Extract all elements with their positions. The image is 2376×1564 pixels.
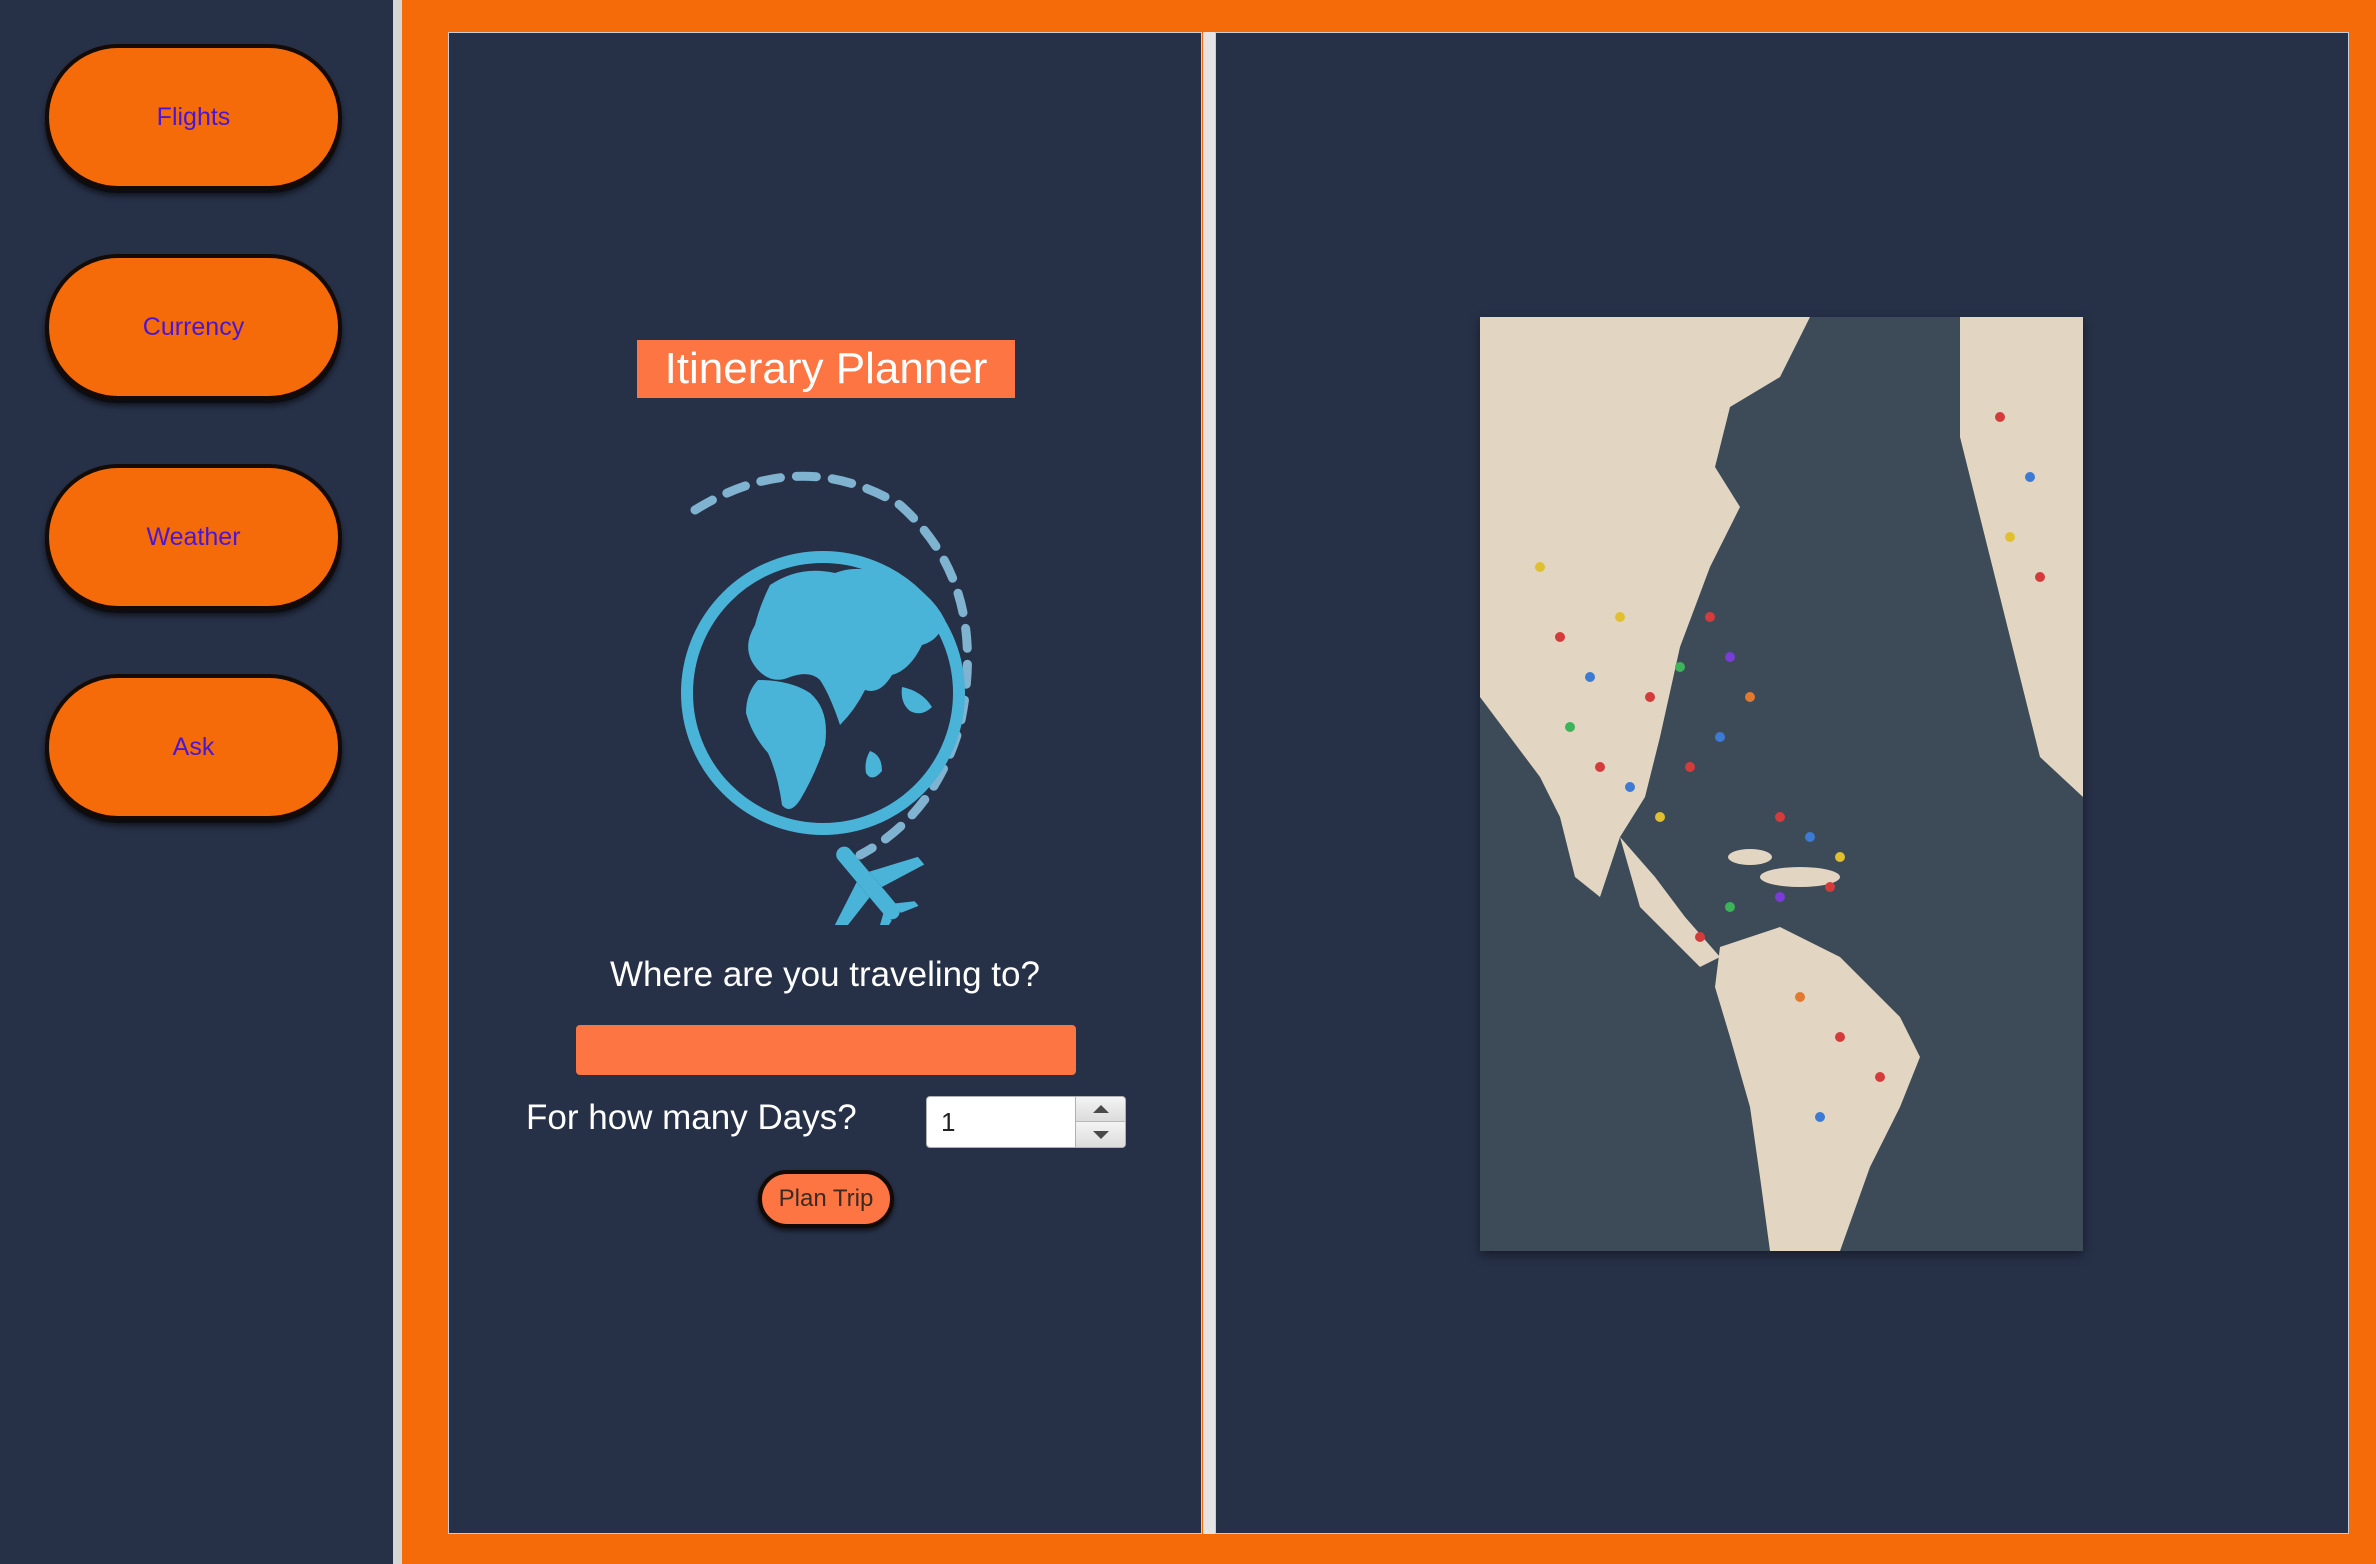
globe-airplane-icon [681, 471, 972, 925]
days-label: For how many Days? [526, 1098, 857, 1137]
ask-button-label: Ask [172, 732, 215, 761]
flights-button-label: Flights [156, 102, 231, 131]
triangle-up-icon [1092, 1105, 1109, 1113]
currency-button[interactable]: Currency [45, 254, 342, 400]
ask-button[interactable]: Ask [45, 674, 342, 820]
destination-label: Where are you traveling to? [610, 955, 1040, 994]
page-title-text: Itinerary Planner [664, 344, 988, 393]
plan-trip-button[interactable]: Plan Trip [758, 1170, 894, 1228]
destination-input[interactable] [576, 1025, 1076, 1075]
currency-button-label: Currency [142, 312, 245, 341]
page-title: Itinerary Planner [637, 340, 1015, 398]
sidebar-divider [393, 0, 402, 1564]
days-spinner[interactable]: 1 [926, 1096, 1126, 1148]
spinner-down-button[interactable] [1075, 1122, 1125, 1147]
weather-button-label: Weather [146, 522, 241, 551]
spinner-up-button[interactable] [1075, 1097, 1125, 1122]
days-spinner-value[interactable]: 1 [941, 1097, 955, 1147]
split-pane-divider[interactable] [1203, 32, 1215, 1534]
world-map-pins-image [1480, 317, 2083, 1251]
weather-button[interactable]: Weather [45, 464, 342, 610]
flights-button[interactable]: Flights [45, 44, 342, 190]
triangle-down-icon [1092, 1130, 1109, 1139]
plan-trip-button-label: Plan Trip [778, 1185, 874, 1212]
sidebar: Flights Currency Weather Ask [0, 0, 393, 1564]
